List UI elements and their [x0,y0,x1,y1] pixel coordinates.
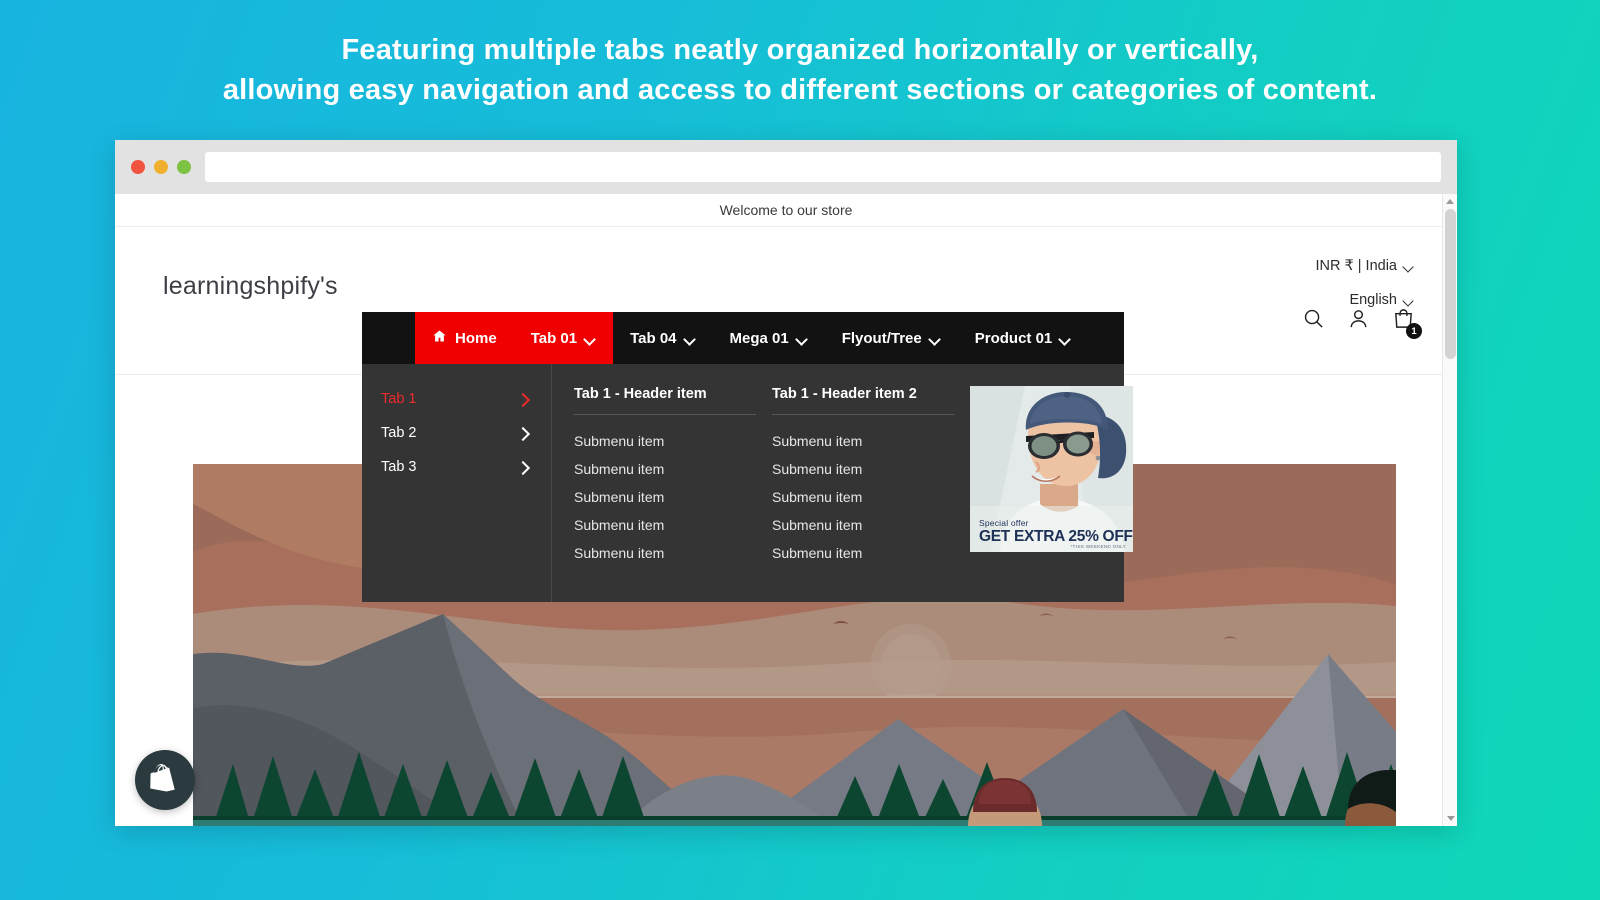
headline-line-2: allowing easy navigation and access to d… [222,74,1378,106]
announcement-text: Welcome to our store [719,202,853,218]
main-navigation-wrapper: Home Tab 01 Tab 04 Mega 01 Flyout/Tree P… [362,312,1133,602]
close-window-button[interactable] [131,160,145,174]
mega-column-2-title: Tab 1 - Header item 2 [772,386,954,415]
submenu-item[interactable]: Submenu item [772,511,954,539]
shopify-badge-button[interactable] [135,750,195,810]
chevron-down-icon [1060,335,1071,342]
chevron-down-icon [930,335,941,342]
scroll-down-button[interactable] [1443,811,1457,826]
cart-count-badge: 1 [1406,323,1422,339]
nav-item-product-01-label: Product 01 [974,329,1053,347]
nav-item-flyout-tree[interactable]: Flyout/Tree [825,312,958,364]
search-icon[interactable] [1302,307,1325,335]
mega-tab-1[interactable]: Tab 1 [362,382,551,416]
chevron-right-icon [518,462,529,473]
page-headline: Featuring multiple tabs neatly organized… [0,0,1600,110]
store-logo[interactable]: learningshpify's [163,272,338,301]
minimize-window-button[interactable] [154,160,168,174]
submenu-item[interactable]: Submenu item [772,455,954,483]
mega-tab-2[interactable]: Tab 2 [362,416,551,450]
nav-left-spacer [362,312,415,364]
nav-item-tab-01[interactable]: Tab 01 [513,312,614,364]
announcement-bar: Welcome to our store [115,194,1457,227]
nav-item-tab-04-label: Tab 04 [630,329,677,347]
currency-selector-row: INR ₹ | India [1125,249,1415,283]
mega-column-2: Tab 1 - Header item 2 Submenu item Subme… [772,386,954,584]
mega-tab-2-label: Tab 2 [381,425,417,441]
header-icon-group: 1 [1302,307,1422,339]
browser-titlebar [115,140,1457,194]
scroll-up-button[interactable] [1443,194,1457,209]
vertical-scrollbar[interactable] [1442,194,1457,826]
nav-item-product-01[interactable]: Product 01 [958,312,1089,364]
mega-menu-panel: Tab 1 Tab 2 Tab 3 Tab 1 - Header item Su… [362,364,1133,602]
scrollbar-thumb[interactable] [1445,209,1456,359]
nav-item-mega-01[interactable]: Mega 01 [713,312,825,364]
browser-window: Welcome to our store learningshpify's IN… [115,140,1457,826]
nav-item-home-label: Home [455,329,497,347]
chevron-down-icon [685,335,696,342]
caret-down-icon [1446,816,1455,821]
submenu-item[interactable]: Submenu item [772,427,954,455]
headline-line-1: Featuring multiple tabs neatly organized… [341,34,1259,66]
nav-item-tab-04[interactable]: Tab 04 [613,312,712,364]
mega-menu-content: Tab 1 - Header item Submenu item Submenu… [552,364,1151,602]
submenu-item[interactable]: Submenu item [574,455,756,483]
shopify-bag-icon [150,763,175,791]
promo-subtitle: Special offer [979,518,1029,528]
submenu-item[interactable]: Submenu item [574,539,756,567]
submenu-item[interactable]: Submenu item [772,483,954,511]
mega-column-1: Tab 1 - Header item Submenu item Submenu… [574,386,756,584]
mega-menu-tab-list: Tab 1 Tab 2 Tab 3 [362,364,552,602]
chevron-down-icon [1404,297,1415,304]
currency-selector[interactable]: INR ₹ | India [1316,258,1416,274]
nav-item-home[interactable]: Home [415,312,514,364]
currency-label: INR ₹ | India [1315,258,1398,274]
cart-icon[interactable]: 1 [1392,307,1422,339]
caret-up-icon [1446,199,1454,204]
submenu-item[interactable]: Submenu item [574,483,756,511]
mega-tab-1-label: Tab 1 [381,391,417,407]
account-icon[interactable] [1347,307,1370,335]
main-navigation-bar: Home Tab 01 Tab 04 Mega 01 Flyout/Tree P… [362,312,1124,364]
address-bar-input[interactable] [205,152,1441,182]
page-viewport: Welcome to our store learningshpify's IN… [115,194,1457,826]
promo-text-block: Special offer GET EXTRA 25% OFF [979,518,1133,546]
promo-fineprint: *THIS WEEKEND ONLY [1070,544,1126,549]
maximize-window-button[interactable] [177,160,191,174]
nav-item-mega-01-label: Mega 01 [729,329,789,347]
chevron-down-icon [1404,263,1415,270]
mega-menu-promo-banner[interactable]: Special offer GET EXTRA 25% OFF *THIS WE… [970,386,1133,552]
nav-item-tab-01-label: Tab 01 [530,329,578,347]
mega-tab-3[interactable]: Tab 3 [362,450,551,484]
nav-item-flyout-tree-label: Flyout/Tree [841,329,922,347]
chevron-down-icon [797,335,808,342]
mega-tab-3-label: Tab 3 [381,459,417,475]
home-icon [432,329,447,347]
header-utilities: INR ₹ | India English 1 [1125,249,1422,339]
chevron-right-icon [518,394,529,405]
language-label: English [1349,292,1397,308]
submenu-item[interactable]: Submenu item [772,539,954,567]
chevron-down-icon [585,335,596,342]
window-controls [131,160,191,174]
mega-column-1-title: Tab 1 - Header item [574,386,756,415]
submenu-item[interactable]: Submenu item [574,427,756,455]
submenu-item[interactable]: Submenu item [574,511,756,539]
chevron-right-icon [518,428,529,439]
language-selector[interactable]: English [1349,292,1415,308]
